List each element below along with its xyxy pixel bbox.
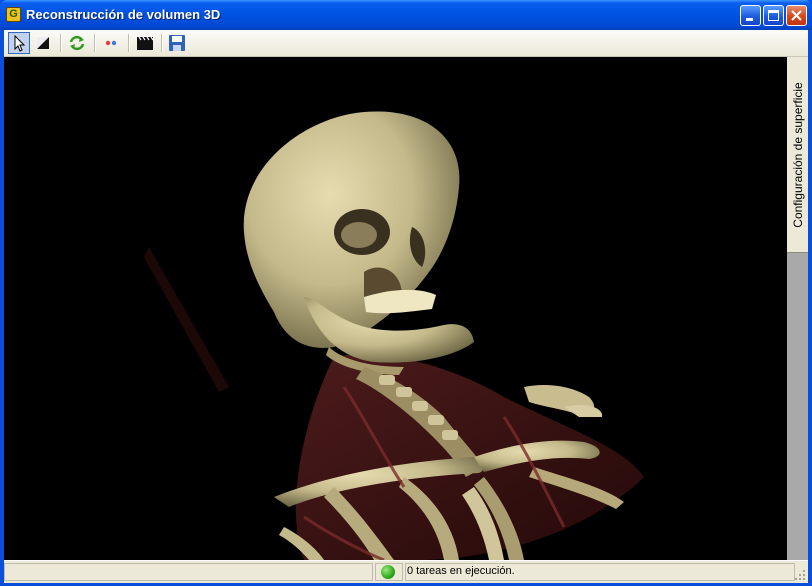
window-level-icon bbox=[37, 37, 49, 49]
close-button[interactable] bbox=[786, 5, 807, 26]
pointer-tool-button[interactable] bbox=[8, 32, 30, 54]
save-tool-button[interactable] bbox=[166, 32, 188, 54]
stereo-tool-button[interactable] bbox=[100, 32, 122, 54]
pointer-icon bbox=[14, 34, 26, 52]
app-window: G Reconstrucción de volumen 3D Configura… bbox=[0, 0, 812, 586]
status-cell-empty bbox=[4, 563, 373, 581]
reload-tool-button[interactable] bbox=[66, 32, 88, 54]
stereo-glasses-icon bbox=[105, 40, 117, 46]
toolbar-separator bbox=[161, 34, 163, 52]
skeleton-render-image bbox=[144, 111, 644, 560]
toolbar-separator bbox=[60, 34, 62, 52]
surface-settings-tab-label: Configuración de superficie bbox=[791, 82, 805, 228]
clapperboard-icon bbox=[137, 36, 154, 50]
status-text: 0 tareas en ejecución. bbox=[407, 565, 515, 577]
minimize-button[interactable] bbox=[740, 5, 761, 26]
window-level-tool-button[interactable] bbox=[32, 32, 54, 54]
refresh-icon bbox=[69, 35, 85, 51]
minimize-icon bbox=[746, 18, 753, 21]
side-panel: Configuración de superficie bbox=[787, 57, 808, 560]
status-bar: 0 tareas en ejecución. bbox=[4, 560, 808, 583]
toolbar-separator bbox=[128, 34, 130, 52]
resize-grip-icon[interactable] bbox=[794, 569, 806, 581]
maximize-button[interactable] bbox=[763, 5, 784, 26]
close-icon bbox=[791, 10, 802, 21]
app-icon[interactable]: G bbox=[6, 7, 21, 22]
surface-settings-tab[interactable]: Configuración de superficie bbox=[787, 57, 808, 253]
window-title: Reconstrucción de volumen 3D bbox=[26, 7, 221, 22]
toolbar-separator bbox=[94, 34, 96, 52]
title-bar[interactable]: G Reconstrucción de volumen 3D bbox=[0, 0, 812, 30]
save-icon bbox=[169, 35, 185, 51]
client-area: Configuración de superficie 0 tareas en … bbox=[4, 30, 808, 583]
toolbar bbox=[4, 30, 808, 57]
maximize-icon bbox=[768, 10, 779, 21]
status-indicator-icon bbox=[381, 565, 395, 579]
volume-render-viewport[interactable] bbox=[4, 57, 787, 560]
video-tool-button[interactable] bbox=[134, 32, 156, 54]
